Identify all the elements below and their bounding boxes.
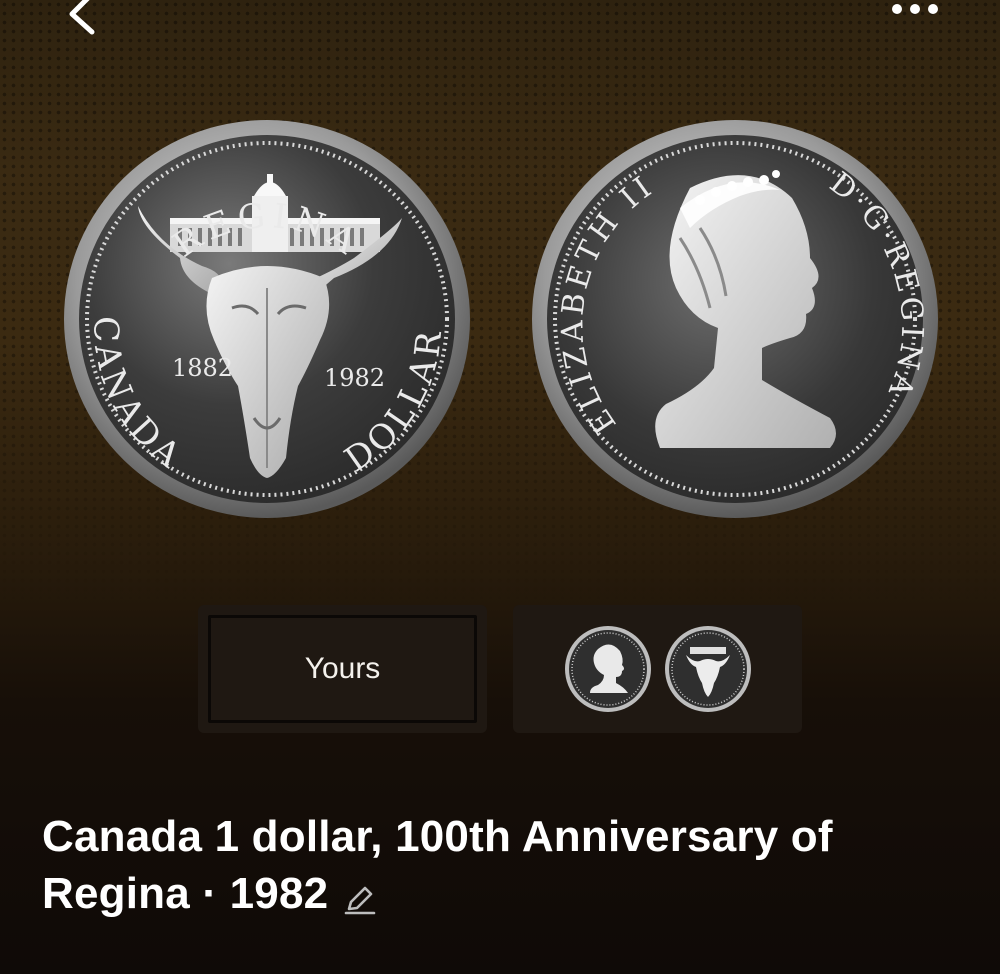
tab-yours-frame: Yours xyxy=(208,615,477,723)
coin-title-name: Canada 1 dollar, 100th Anniversary of Re… xyxy=(42,812,833,918)
back-button[interactable] xyxy=(58,0,108,40)
edit-title-button[interactable] xyxy=(342,874,378,915)
chevron-left-icon xyxy=(69,0,95,35)
coin-reverse-year-right: 1982 xyxy=(324,364,385,392)
coin-title: Canada 1 dollar, 100th Anniversary of Re… xyxy=(42,808,962,922)
coin-title-year: 1982 xyxy=(229,869,329,918)
pencil-icon xyxy=(344,887,376,915)
tab-reference-images[interactable] xyxy=(513,605,802,733)
more-options-button[interactable] xyxy=(882,0,952,22)
thumbnail-obverse xyxy=(564,626,651,712)
coin-obverse-graphic: ELIZABETH II D·G·REGINA xyxy=(532,120,938,518)
coin-obverse-image[interactable]: ELIZABETH II D·G·REGINA xyxy=(530,118,940,520)
thumbnail-reverse xyxy=(664,626,751,712)
coin-reverse-image[interactable]: REGINA CANADA DOLLAR 1882 1982 xyxy=(62,118,472,520)
more-dots-icon xyxy=(892,4,938,14)
coin-title-separator: · xyxy=(189,869,230,918)
tab-yours[interactable]: Yours xyxy=(198,605,487,733)
tab-yours-label: Yours xyxy=(304,652,381,685)
coin-reverse-graphic: REGINA CANADA DOLLAR 1882 1982 xyxy=(64,120,470,518)
coin-reverse-year-left: 1882 xyxy=(172,354,233,382)
